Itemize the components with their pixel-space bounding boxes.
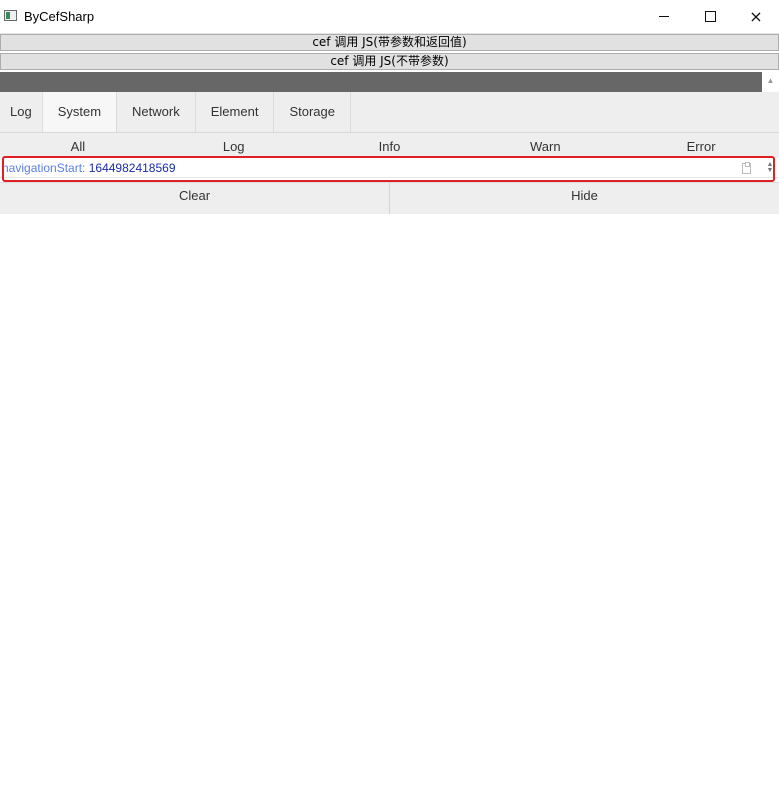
- tab-element[interactable]: Element: [196, 92, 275, 132]
- close-button[interactable]: ×: [733, 0, 779, 33]
- scroll-up-arrow-icon[interactable]: ▲: [762, 72, 779, 90]
- call-js-no-params-button[interactable]: cef 调用 JS(不带参数): [0, 53, 779, 70]
- console-tabbar: Log System Network Element Storage: [0, 92, 779, 133]
- tab-log[interactable]: Log: [0, 92, 43, 132]
- tab-system[interactable]: System: [42, 92, 118, 132]
- filter-error[interactable]: Error: [623, 133, 779, 158]
- filter-warn[interactable]: Warn: [467, 133, 623, 158]
- log-filter-bar: All Log Info Warn Error: [0, 133, 779, 158]
- clear-button[interactable]: Clear: [0, 183, 390, 214]
- window-titlebar: ByCefSharp ×: [0, 0, 779, 34]
- window-title: ByCefSharp: [24, 9, 95, 24]
- console-toolbar: Clear Hide: [0, 182, 779, 214]
- filter-log[interactable]: Log: [156, 133, 312, 158]
- close-icon: ×: [749, 6, 763, 26]
- call-js-with-params-button[interactable]: cef 调用 JS(带参数和返回值): [0, 34, 779, 51]
- tab-storage[interactable]: Storage: [274, 92, 351, 132]
- minimize-icon: [659, 16, 669, 17]
- maximize-button[interactable]: [687, 0, 733, 33]
- maximize-icon: [704, 11, 716, 22]
- console-topbar[interactable]: [0, 72, 762, 92]
- filter-all[interactable]: All: [0, 133, 156, 158]
- highlight-annotation-box: [2, 156, 775, 182]
- filter-info[interactable]: Info: [312, 133, 468, 158]
- hide-button[interactable]: Hide: [390, 183, 779, 214]
- app-window-icon: [4, 10, 17, 21]
- minimize-button[interactable]: [641, 0, 687, 33]
- tab-network[interactable]: Network: [117, 92, 196, 132]
